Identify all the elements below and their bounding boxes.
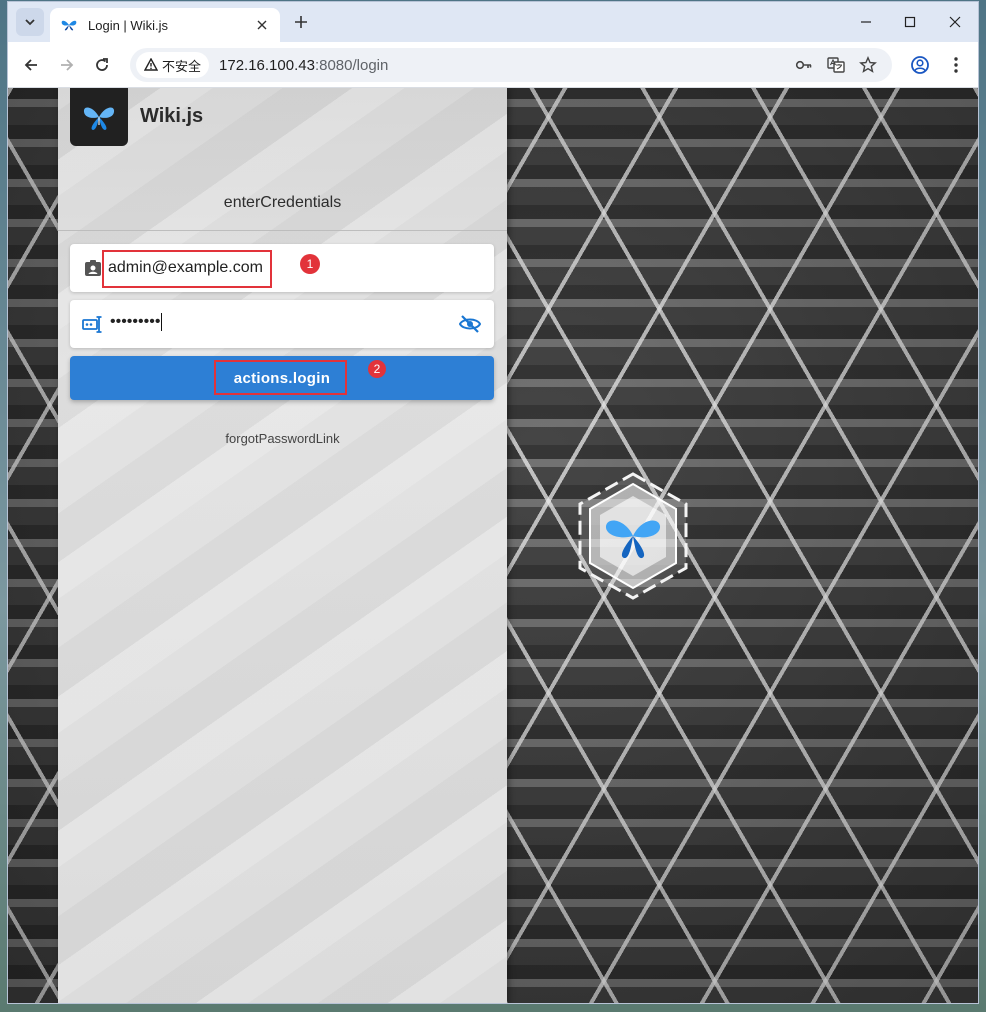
forward-button[interactable] bbox=[54, 52, 80, 78]
tab-search-button[interactable] bbox=[16, 8, 44, 36]
close-tab-icon[interactable] bbox=[254, 17, 270, 33]
new-tab-button[interactable] bbox=[290, 11, 312, 33]
password-key-icon[interactable] bbox=[794, 55, 814, 75]
close-icon bbox=[949, 16, 961, 28]
annotation-badge-2: 2 bbox=[368, 360, 386, 378]
brand-header: Wiki.js bbox=[70, 88, 203, 146]
text-caret bbox=[161, 313, 163, 331]
minimize-icon bbox=[861, 21, 871, 23]
security-label: 不安全 bbox=[162, 58, 202, 74]
url-host: 172.16.100.43 bbox=[219, 56, 315, 74]
brand-name: Wiki.js bbox=[140, 104, 204, 127]
arrow-left-icon bbox=[24, 59, 37, 71]
maximize-button[interactable] bbox=[898, 10, 922, 34]
warning-icon bbox=[144, 58, 158, 71]
maximize-icon bbox=[904, 16, 916, 28]
chevron-down-icon bbox=[25, 19, 35, 26]
tab-strip: Login | Wiki.js bbox=[8, 2, 978, 42]
close-window-button[interactable] bbox=[943, 10, 967, 34]
account-box-icon bbox=[82, 257, 104, 279]
tab-title: Login | Wiki.js bbox=[88, 17, 168, 33]
reload-icon bbox=[96, 58, 108, 71]
password-field[interactable]: ••••••••• bbox=[70, 300, 494, 348]
password-mask: ••••••••• bbox=[110, 313, 161, 331]
browser-window: Login | Wiki.js 不安全 172.16.100.43:8080/l… bbox=[7, 1, 979, 1004]
highlight-box-1 bbox=[102, 250, 272, 288]
login-panel: Wiki.js enterCredentials 1 ••••••••• bbox=[58, 88, 507, 1003]
address-bar[interactable]: 不安全 172.16.100.43:8080/login bbox=[130, 48, 892, 82]
wikijs-favicon-icon bbox=[61, 20, 77, 31]
arrow-right-icon bbox=[61, 59, 74, 71]
tab-login[interactable]: Login | Wiki.js bbox=[50, 8, 280, 42]
forgot-password-link[interactable]: forgotPasswordLink bbox=[58, 431, 507, 446]
url-path: :8080/login bbox=[314, 56, 389, 74]
translate-icon[interactable] bbox=[826, 55, 846, 75]
hexagon-logo-icon bbox=[578, 472, 688, 600]
eye-off-icon[interactable] bbox=[458, 312, 482, 336]
back-button[interactable] bbox=[18, 52, 44, 78]
minimize-button[interactable] bbox=[854, 10, 878, 34]
wikijs-logo-icon bbox=[70, 88, 128, 146]
bookmark-star-icon[interactable] bbox=[858, 55, 878, 75]
highlight-box-2 bbox=[214, 360, 347, 395]
security-chip[interactable]: 不安全 bbox=[136, 52, 210, 78]
more-vertical-icon bbox=[954, 57, 958, 73]
password-input[interactable]: ••••••••• bbox=[110, 313, 163, 331]
plus-icon bbox=[295, 16, 307, 28]
form-textbox-password-icon bbox=[82, 313, 104, 335]
profile-button[interactable] bbox=[908, 53, 932, 77]
browser-toolbar: 不安全 172.16.100.43:8080/login bbox=[8, 42, 978, 88]
page-subtitle: enterCredentials bbox=[223, 194, 342, 211]
reload-button[interactable] bbox=[89, 52, 115, 78]
page-content: Wiki.js enterCredentials 1 ••••••••• bbox=[8, 88, 978, 1003]
browser-menu-button[interactable] bbox=[944, 53, 968, 77]
url-text: 172.16.100.43:8080/login bbox=[219, 57, 388, 74]
annotation-badge-1: 1 bbox=[300, 254, 320, 274]
divider bbox=[58, 230, 507, 231]
account-icon bbox=[911, 56, 929, 74]
